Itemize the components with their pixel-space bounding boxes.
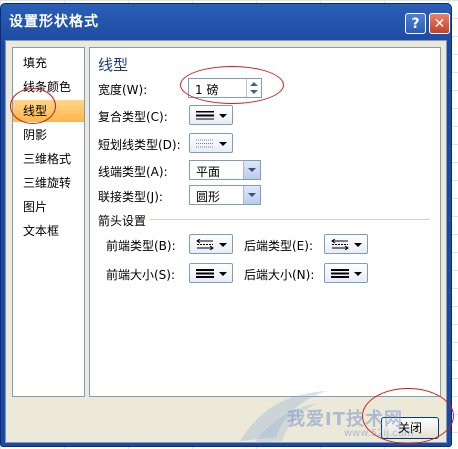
cap-type-value: 平面 bbox=[196, 165, 221, 179]
watermark-url: www.52ij.com bbox=[344, 428, 414, 439]
end-type-label: 后端类型(E): bbox=[244, 239, 313, 253]
spinner-arrows[interactable] bbox=[246, 79, 261, 97]
dash-type-label: 短划线类型(D): bbox=[98, 138, 181, 152]
category-list: 填充 线条颜色 线型 阴影 三维格式 三维旋转 图片 文本框 bbox=[12, 47, 85, 397]
chevron-down-icon bbox=[219, 142, 227, 146]
section-divider bbox=[150, 219, 430, 220]
nav-item-fill[interactable]: 填充 bbox=[13, 52, 84, 74]
width-value: 1 磅 bbox=[195, 83, 219, 97]
close-window-button[interactable]: ✕ bbox=[429, 13, 450, 34]
dialog-body: 填充 线条颜色 线型 阴影 三维格式 三维旋转 图片 文本框 线型 宽度(W):… bbox=[5, 40, 447, 443]
width-spinner[interactable]: 1 磅 bbox=[188, 78, 262, 98]
dash-type-button[interactable] bbox=[189, 133, 233, 153]
nav-item-3d-format[interactable]: 三维格式 bbox=[13, 148, 84, 170]
cap-type-label: 线端类型(A): bbox=[98, 165, 168, 179]
width-label: 宽度(W): bbox=[98, 83, 148, 97]
help-button[interactable]: ? bbox=[405, 13, 426, 34]
chevron-down-icon[interactable] bbox=[243, 161, 260, 179]
panel-title: 线型 bbox=[98, 56, 129, 74]
end-type-button[interactable] bbox=[324, 234, 368, 254]
chevron-down-icon bbox=[354, 243, 362, 247]
begin-type-button[interactable] bbox=[189, 234, 233, 254]
arrow-type-icon bbox=[331, 239, 349, 250]
nav-item-picture[interactable]: 图片 bbox=[13, 196, 84, 218]
chevron-down-icon bbox=[219, 243, 227, 247]
join-type-label: 联接类型(J): bbox=[98, 190, 163, 204]
cap-type-select[interactable]: 平面 bbox=[189, 160, 261, 180]
nav-item-line-color[interactable]: 线条颜色 bbox=[13, 76, 84, 98]
chevron-down-icon bbox=[354, 272, 362, 276]
spin-down-icon[interactable] bbox=[250, 90, 258, 94]
compound-line-icon bbox=[196, 111, 214, 120]
end-size-label: 后端大小(N): bbox=[244, 268, 315, 282]
end-size-button[interactable] bbox=[324, 263, 368, 283]
begin-size-button[interactable] bbox=[189, 263, 233, 283]
nav-item-text-box[interactable]: 文本框 bbox=[13, 220, 84, 242]
begin-size-label: 前端大小(S): bbox=[106, 268, 176, 282]
arrow-size-icon bbox=[331, 269, 349, 278]
nav-item-3d-rotation[interactable]: 三维旋转 bbox=[13, 172, 84, 194]
chevron-down-icon bbox=[219, 272, 227, 276]
nav-item-shadow[interactable]: 阴影 bbox=[13, 124, 84, 146]
chevron-down-icon bbox=[219, 114, 227, 118]
nav-item-line-style[interactable]: 线型 bbox=[13, 100, 84, 122]
compound-type-button[interactable] bbox=[189, 105, 233, 125]
format-shape-dialog: 设置形状格式 ? ✕ 填充 线条颜色 线型 阴影 三维格式 三维旋转 图片 文本… bbox=[0, 3, 452, 447]
dialog-title: 设置形状格式 bbox=[9, 14, 99, 30]
chevron-down-icon[interactable] bbox=[243, 186, 260, 204]
arrow-size-icon bbox=[196, 269, 214, 278]
arrow-settings-heading: 箭头设置 bbox=[98, 214, 147, 228]
join-type-value: 圆形 bbox=[196, 190, 221, 204]
join-type-select[interactable]: 圆形 bbox=[189, 185, 261, 205]
arrow-type-icon bbox=[196, 239, 214, 250]
begin-type-label: 前端类型(B): bbox=[106, 239, 176, 253]
spin-up-icon[interactable] bbox=[250, 82, 258, 86]
compound-type-label: 复合类型(C): bbox=[98, 110, 168, 124]
title-bar[interactable]: 设置形状格式 ? ✕ bbox=[1, 4, 451, 36]
line-style-panel: 线型 宽度(W): 1 磅 复合类型(C): 短划线类型(D): 线端类型(A)… bbox=[89, 47, 441, 397]
dash-line-icon bbox=[196, 139, 214, 148]
